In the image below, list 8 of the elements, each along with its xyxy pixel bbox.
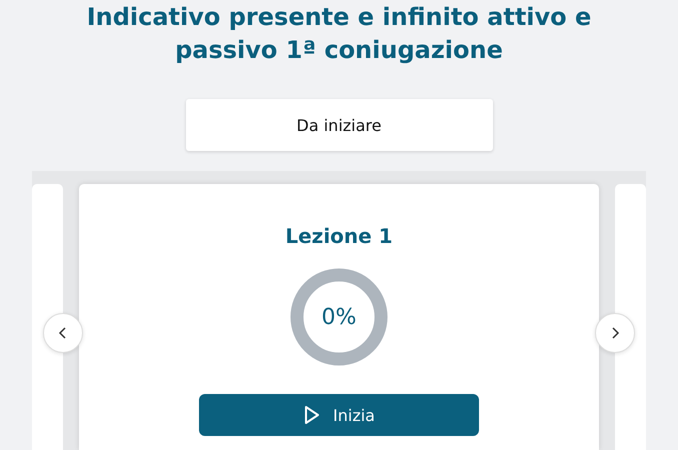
status-label: Da iniziare (186, 99, 492, 151)
chevron-right-icon (610, 327, 620, 339)
play-icon (303, 405, 322, 425)
chevron-left-icon (58, 327, 68, 339)
progress-percent: 0% (322, 304, 356, 330)
lesson-title: Lezione 1 (285, 224, 393, 248)
start-button[interactable]: Inizia (199, 394, 479, 436)
page-title: Indicativo presente e infinito attivo e passivo 1ª coniugazione (86, 2, 592, 66)
